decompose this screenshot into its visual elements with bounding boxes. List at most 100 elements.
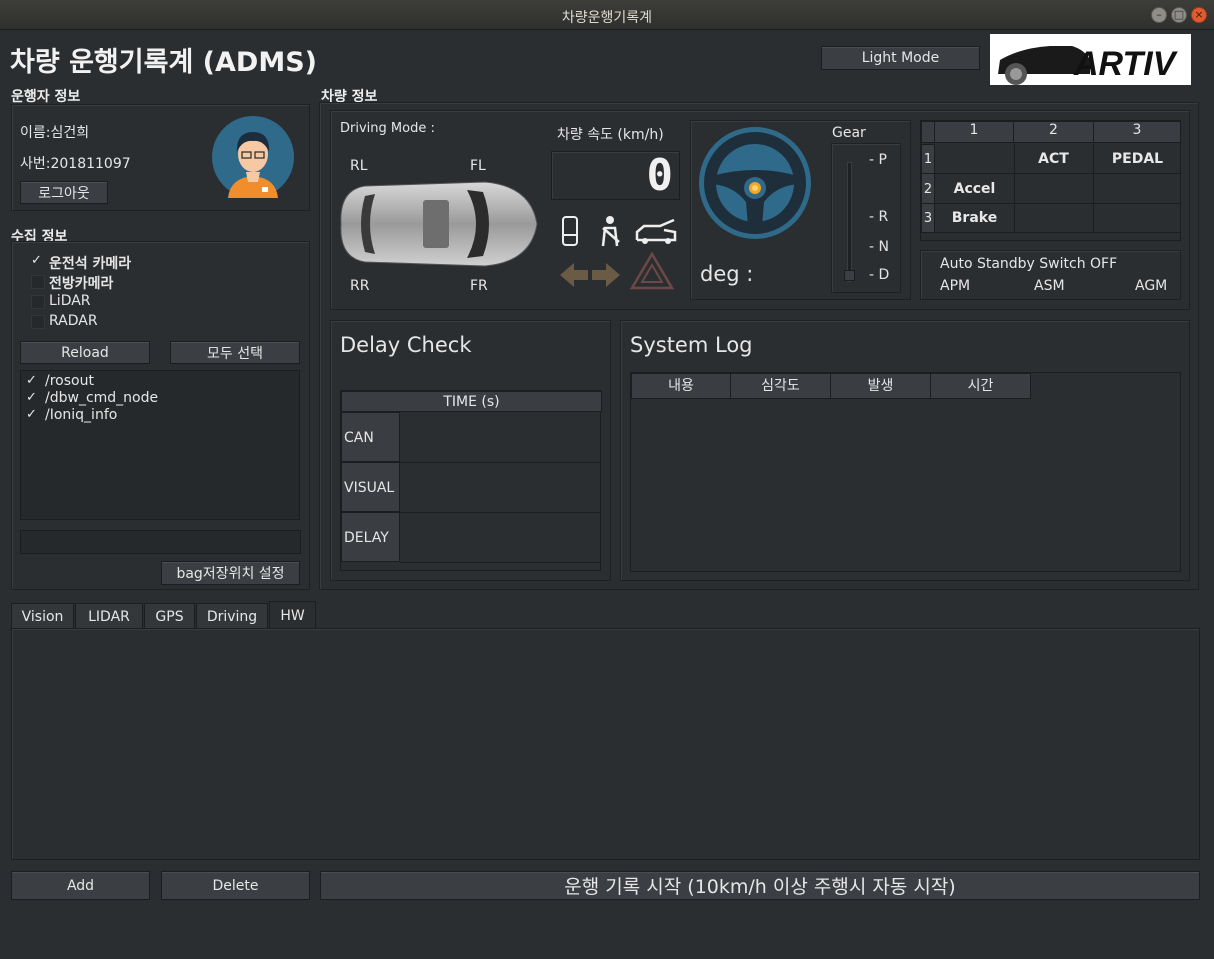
window-title: 차량운행기록계 [561, 10, 653, 26]
table-cell[interactable] [1094, 174, 1181, 204]
tab-content-panel [11, 628, 1200, 860]
asm-label: ASM [1034, 278, 1065, 294]
hazard-icon [629, 251, 675, 290]
table-row-header: 1 [921, 144, 935, 174]
window-titlebar: 차량운행기록계 – □ × [0, 0, 1214, 30]
tab-vision[interactable]: Vision [11, 603, 74, 629]
steering-deg-label: deg : [700, 262, 754, 286]
checkbox-radar[interactable] [31, 315, 45, 329]
source-radar-label: RADAR [49, 313, 98, 329]
delay-grid-line [400, 562, 600, 563]
minimize-icon[interactable]: – [1151, 7, 1167, 23]
checkbox-topic-dbw[interactable]: ✓ [26, 391, 40, 405]
log-col-time[interactable]: 시간 [930, 373, 1031, 399]
topic-rosout-label: /rosout [45, 373, 94, 389]
table-col-header: 3 [1093, 121, 1181, 143]
speed-value: 0 [646, 150, 674, 201]
table-cell[interactable] [935, 144, 1015, 174]
gear-r-label: - R [869, 209, 889, 225]
select-all-button[interactable]: 모두 선택 [170, 341, 300, 364]
source-front-camera-label: 전방카메라 [49, 276, 114, 292]
table-cell[interactable] [1094, 204, 1181, 233]
delay-check-title: Delay Check [340, 333, 472, 357]
delay-time-header: TIME (s) [341, 391, 602, 412]
table-col-header: 1 [934, 121, 1014, 143]
light-mode-button[interactable]: Light Mode [821, 46, 980, 70]
wheel-fl-label: FL [470, 158, 486, 174]
maximize-icon[interactable]: □ [1171, 7, 1187, 23]
avatar [212, 116, 294, 198]
tab-driving[interactable]: Driving [196, 603, 268, 629]
tab-lidar[interactable]: LIDAR [75, 603, 143, 629]
driver-section-title: 운행자 정보 [11, 89, 81, 105]
table-cell[interactable]: Brake [935, 204, 1015, 233]
wheel-fr-label: FR [470, 278, 488, 294]
steering-wheel-icon [698, 126, 812, 240]
gear-slider-track[interactable] [847, 162, 852, 282]
table-cell[interactable] [1014, 174, 1094, 204]
topic-ioniq-label: /Ioniq_info [45, 407, 118, 423]
tab-gps[interactable]: GPS [144, 603, 195, 629]
gear-n-label: - N [869, 239, 889, 255]
source-lidar-label: LiDAR [49, 293, 91, 309]
log-col-occurrence[interactable]: 발생 [830, 373, 931, 399]
driver-id: 사번:201811097 [20, 156, 131, 172]
topic-dbw-label: /dbw_cmd_node [45, 390, 159, 406]
wheel-rl-label: RL [350, 158, 368, 174]
wheel-rr-label: RR [350, 278, 370, 294]
delay-row-visual: VISUAL [341, 462, 400, 512]
agm-label: AGM [1135, 278, 1168, 294]
add-button[interactable]: Add [11, 871, 150, 900]
checkbox-driver-camera[interactable]: ✓ [31, 254, 45, 268]
delay-row-can: CAN [341, 412, 400, 462]
gear-frame [831, 143, 901, 293]
driver-name: 이름:심건희 [20, 125, 90, 141]
table-corner [921, 121, 935, 143]
reload-button[interactable]: Reload [20, 341, 150, 364]
door-icon [560, 215, 580, 247]
standby-value: OFF [1090, 256, 1118, 272]
logout-button[interactable]: 로그아웃 [20, 181, 108, 204]
table-cell[interactable]: PEDAL [1094, 144, 1181, 174]
table-row-header: 3 [921, 203, 935, 233]
seatbelt-icon [597, 214, 625, 248]
gear-p-label: - P [869, 152, 887, 168]
delay-grid-line [400, 462, 600, 463]
car-top-view-icon [335, 176, 540, 272]
logo-text: ARTIV [1073, 45, 1179, 83]
checkbox-topic-rosout[interactable]: ✓ [26, 374, 40, 388]
source-driver-camera-label: 운전석 카메라 [49, 256, 132, 272]
table-cell[interactable]: ACT [1014, 144, 1094, 174]
bag-location-button[interactable]: bag저장위치 설정 [161, 561, 300, 585]
page-title: 차량 운행기록계 (ADMS) [10, 47, 317, 78]
turn-signal-icon [558, 260, 622, 290]
system-log-title: System Log [630, 333, 753, 357]
table-row-header: 2 [921, 173, 935, 204]
table-cell[interactable]: Accel [935, 174, 1015, 204]
bag-path-input[interactable] [20, 530, 301, 554]
table-cell[interactable] [1014, 204, 1094, 233]
start-recording-button[interactable]: 운행 기록 시작 (10km/h 이상 주행시 자동 시작) [320, 871, 1200, 900]
checkbox-lidar[interactable] [31, 295, 45, 309]
checkbox-front-camera[interactable] [31, 275, 45, 289]
system-log-table[interactable]: 내용 심각도 발생 시간 [630, 372, 1181, 572]
speed-label: 차량 속도 (km/h) [557, 127, 664, 143]
tab-hw[interactable]: HW [269, 601, 316, 630]
driving-mode-label: Driving Mode : [340, 121, 435, 136]
checkbox-topic-ioniq[interactable]: ✓ [26, 408, 40, 422]
speed-lcd: 0 [551, 151, 680, 200]
close-icon[interactable]: × [1191, 7, 1207, 23]
delay-row-delay: DELAY [341, 512, 400, 562]
actuator-table: 1 2 3 1 2 3 ACT PEDAL Accel Brake [920, 120, 1181, 241]
standby-label: Auto Standby Switch [940, 256, 1086, 272]
log-col-content[interactable]: 내용 [631, 373, 731, 399]
log-col-severity[interactable]: 심각도 [730, 373, 831, 399]
gear-slider-handle[interactable] [844, 270, 855, 281]
table-col-header: 2 [1013, 121, 1094, 143]
gear-title: Gear [832, 125, 866, 141]
hood-open-icon [634, 216, 678, 246]
apm-label: APM [940, 278, 971, 294]
artiv-logo: ARTIV [990, 34, 1191, 85]
delay-table: TIME (s) CAN VISUAL DELAY [340, 390, 602, 571]
delete-button[interactable]: Delete [161, 871, 310, 900]
